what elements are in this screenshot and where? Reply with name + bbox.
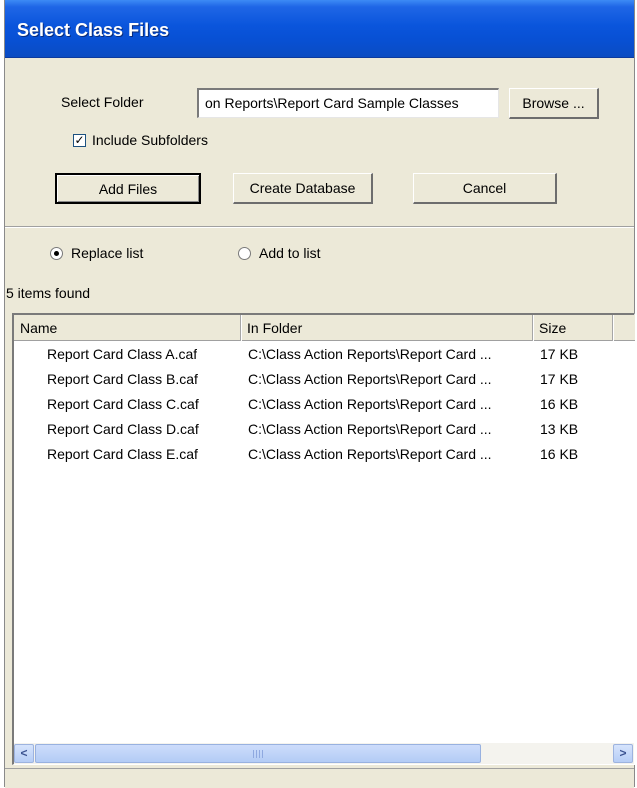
folder-cell: C:\Class Action Reports\Report Card ... — [248, 396, 492, 412]
file-name-cell: Report Card Class D.caf — [47, 421, 199, 437]
scroll-right-arrow-icon[interactable]: > — [613, 744, 633, 763]
table-row[interactable]: Report Card Class E.caf C:\Class Action … — [14, 442, 635, 467]
folder-cell: C:\Class Action Reports\Report Card ... — [248, 346, 492, 362]
scroll-left-arrow-icon[interactable]: < — [14, 744, 34, 763]
column-header-in-folder[interactable]: In Folder — [241, 315, 533, 341]
window-title: Select Class Files — [17, 20, 170, 40]
folder-cell: C:\Class Action Reports\Report Card ... — [248, 446, 492, 462]
include-subfolders-label: Include Subfolders — [92, 132, 208, 148]
column-header-name[interactable]: Name — [14, 315, 241, 341]
add-to-list-radio[interactable] — [238, 247, 251, 260]
table-row[interactable]: Report Card Class B.caf C:\Class Action … — [14, 367, 635, 392]
select-class-files-dialog: Select Class Files Select Folder on Repo… — [4, 0, 635, 788]
size-cell: 16 KB — [540, 396, 579, 412]
include-subfolders-checkbox[interactable]: ✓ — [73, 134, 86, 147]
folder-cell: C:\Class Action Reports\Report Card ... — [248, 371, 492, 387]
file-name-cell: Report Card Class E.caf — [47, 446, 198, 462]
title-bar[interactable]: Select Class Files — [5, 0, 634, 58]
replace-list-radio[interactable] — [50, 247, 63, 260]
file-name-cell: Report Card Class C.caf — [47, 396, 199, 412]
results-list[interactable]: Name In Folder Size Report Card Class A.… — [12, 313, 635, 765]
add-files-button[interactable]: Add Files — [55, 173, 201, 204]
radio-selected-dot — [54, 251, 59, 256]
column-header-size[interactable]: Size — [533, 315, 613, 341]
folder-cell: C:\Class Action Reports\Report Card ... — [248, 421, 492, 437]
items-found-count: 5 items found — [6, 285, 91, 301]
table-row[interactable]: Report Card Class A.caf C:\Class Action … — [14, 342, 635, 367]
folder-path-input[interactable]: on Reports\Report Card Sample Classes — [197, 88, 499, 118]
select-folder-label: Select Folder — [61, 94, 144, 110]
size-cell: 16 KB — [540, 446, 579, 462]
replace-list-label: Replace list — [71, 245, 144, 261]
file-name-cell: Report Card Class B.caf — [47, 371, 198, 387]
horizontal-scrollbar[interactable]: < > — [14, 743, 634, 764]
status-bar — [5, 768, 634, 788]
size-cell: 13 KB — [540, 421, 579, 437]
size-cell: 17 KB — [540, 346, 579, 362]
table-row[interactable]: Report Card Class C.caf C:\Class Action … — [14, 392, 635, 417]
size-cell: 17 KB — [540, 371, 579, 387]
grip-icon — [253, 750, 263, 758]
scrollbar-thumb[interactable] — [35, 744, 481, 763]
add-to-list-label: Add to list — [259, 245, 321, 261]
browse-button[interactable]: Browse ... — [509, 88, 599, 119]
cancel-button[interactable]: Cancel — [413, 173, 557, 204]
checkmark-icon: ✓ — [74, 133, 85, 147]
list-header: Name In Folder Size — [14, 315, 635, 341]
file-name-cell: Report Card Class A.caf — [47, 346, 198, 362]
create-database-button[interactable]: Create Database — [233, 173, 373, 204]
table-row[interactable]: Report Card Class D.caf C:\Class Action … — [14, 417, 635, 442]
